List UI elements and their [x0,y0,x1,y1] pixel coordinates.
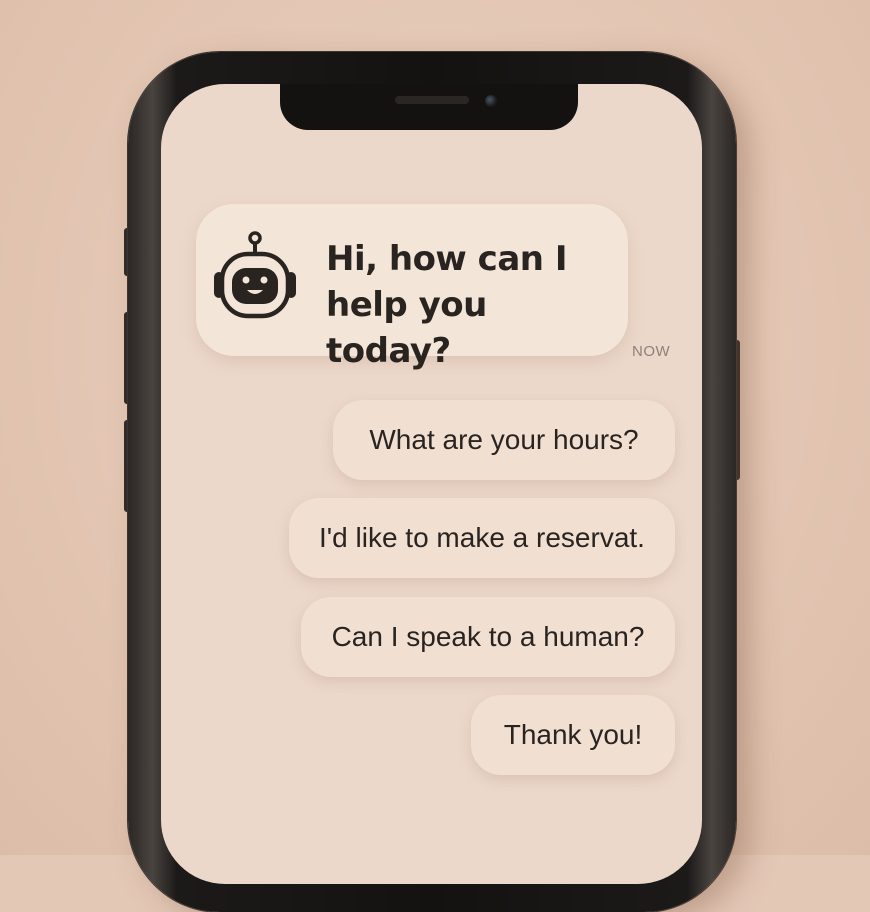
quick-reply-reservation[interactable]: I'd like to make a reservat. [289,498,675,578]
bot-greeting-line-1: Hi, how can I [326,239,567,279]
quick-reply-human[interactable]: Can I speak to a human? [301,597,675,677]
quick-reply-hours[interactable]: What are your hours? [333,400,675,480]
quick-reply-thanks[interactable]: Thank you! [471,695,675,775]
phone-notch [280,84,578,130]
robot-icon [212,230,298,320]
message-timestamp: NOW [632,343,671,360]
earpiece-speaker [395,96,469,104]
bot-greeting-line-2: help you today? [326,285,487,371]
front-camera [485,95,497,107]
bot-greeting-text: Hi, how can I help you today? [326,236,616,374]
